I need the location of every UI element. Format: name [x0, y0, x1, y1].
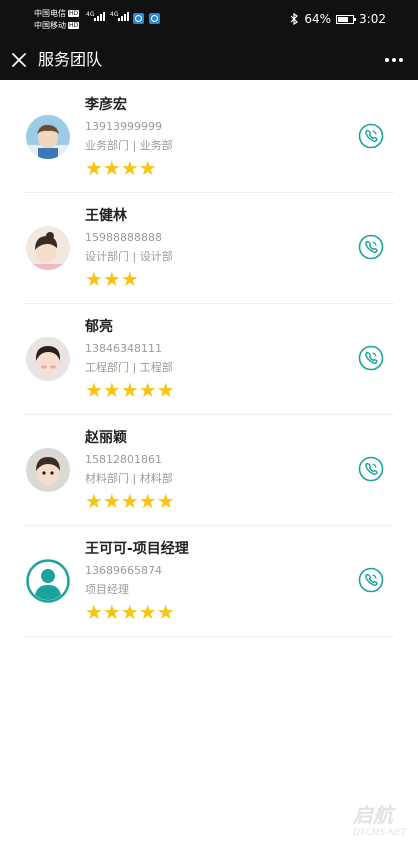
team-member-row[interactable]: 王健林 15988888888 设计部门 | 设计部 ★★★	[0, 193, 418, 304]
rating-stars: ★★★★	[85, 158, 157, 178]
member-name: 王可可-项目经理	[85, 541, 189, 557]
call-button[interactable]	[358, 567, 384, 593]
member-avatar	[26, 115, 70, 159]
star-icon: ★★★	[85, 267, 139, 291]
carrier-1-label: 中国电信	[34, 9, 66, 18]
row-divider	[24, 636, 394, 637]
star-icon: ★★★★★	[85, 378, 175, 402]
phone-icon	[358, 345, 384, 371]
battery-percent: 64%	[304, 12, 332, 26]
member-department: 项目经理	[85, 583, 129, 596]
bluetooth-icon	[290, 13, 299, 25]
more-icon	[399, 58, 403, 62]
member-name: 赵丽颖	[85, 430, 127, 446]
member-avatar	[26, 337, 70, 381]
rating-stars: ★★★★★	[85, 602, 175, 622]
page-title: 服务团队	[38, 50, 103, 69]
member-name: 李彦宏	[85, 97, 127, 113]
member-avatar	[26, 448, 70, 492]
member-name: 郁亮	[85, 319, 113, 335]
star-icon: ★★★★★	[85, 600, 175, 624]
member-phone: 15812801861	[85, 453, 162, 466]
hd-badge: HD	[68, 10, 80, 17]
watermark-logo: 启航 DTCMS.NET	[353, 799, 406, 838]
team-member-row[interactable]: 李彦宏 13913999999 业务部门 | 业务部 ★★★★	[0, 82, 418, 193]
hd-badge: HD	[68, 22, 80, 29]
member-phone: 13689665874	[85, 564, 162, 577]
member-department: 材料部门 | 材料部	[85, 472, 173, 485]
more-icon	[385, 58, 389, 62]
rating-stars: ★★★★★	[85, 380, 175, 400]
phone-icon	[358, 234, 384, 260]
photo-avatar-child-icon	[26, 337, 70, 381]
member-phone: 13846348111	[85, 342, 162, 355]
watermark-main: 启航	[353, 803, 394, 827]
call-button[interactable]	[358, 456, 384, 482]
rating-stars: ★★★	[85, 269, 139, 289]
team-member-row[interactable]: 赵丽颖 15812801861 材料部门 | 材料部 ★★★★★	[0, 415, 418, 526]
member-department: 设计部门 | 设计部	[85, 250, 173, 263]
star-icon: ★★★★★	[85, 489, 175, 513]
phone-icon	[358, 567, 384, 593]
phone-icon	[358, 123, 384, 149]
member-name: 王健林	[85, 208, 127, 224]
team-member-row[interactable]: 王可可-项目经理 13689665874 项目经理 ★★★★★	[0, 526, 418, 637]
member-department: 业务部门 | 业务部	[85, 139, 173, 152]
member-phone: 13913999999	[85, 120, 162, 133]
carrier-1: 中国电信 HD	[34, 9, 80, 18]
default-user-avatar-icon	[26, 559, 70, 603]
member-phone: 15988888888	[85, 231, 162, 244]
status-right: 64% 3:02	[290, 12, 386, 26]
signal-2-icon	[118, 12, 129, 21]
photo-avatar-child2-icon	[26, 448, 70, 492]
status-bar: 中国电信 HD 中国移动 HD 4G 4G 64% 3:02	[0, 0, 418, 40]
battery-icon	[336, 14, 357, 24]
phone-icon	[358, 456, 384, 482]
close-button[interactable]	[9, 50, 29, 70]
more-button[interactable]	[382, 50, 406, 70]
close-icon	[12, 53, 26, 67]
carrier-2-label: 中国移动	[34, 21, 66, 30]
member-avatar	[26, 226, 70, 270]
member-avatar	[26, 559, 70, 603]
more-icon	[392, 58, 396, 62]
star-icon: ★★★★	[85, 156, 157, 180]
team-member-row[interactable]: 郁亮 13846348111 工程部门 | 工程部 ★★★★★	[0, 304, 418, 415]
photo-avatar-boy-icon	[26, 115, 70, 159]
header-bar: 服务团队	[0, 40, 418, 80]
call-button[interactable]	[358, 234, 384, 260]
app-notification-icon	[133, 13, 144, 24]
call-button[interactable]	[358, 123, 384, 149]
call-button[interactable]	[358, 345, 384, 371]
member-department: 工程部门 | 工程部	[85, 361, 173, 374]
clock: 3:02	[359, 12, 386, 26]
team-list: 李彦宏 13913999999 业务部门 | 业务部 ★★★★ 王健林 1598…	[0, 82, 418, 637]
rating-stars: ★★★★★	[85, 491, 175, 511]
app-notification-icon	[149, 13, 160, 24]
signal-1-icon	[94, 12, 105, 21]
carrier-2: 中国移动 HD	[34, 21, 80, 30]
photo-avatar-girl-icon	[26, 226, 70, 270]
watermark-sub: DTCMS.NET	[353, 828, 406, 838]
